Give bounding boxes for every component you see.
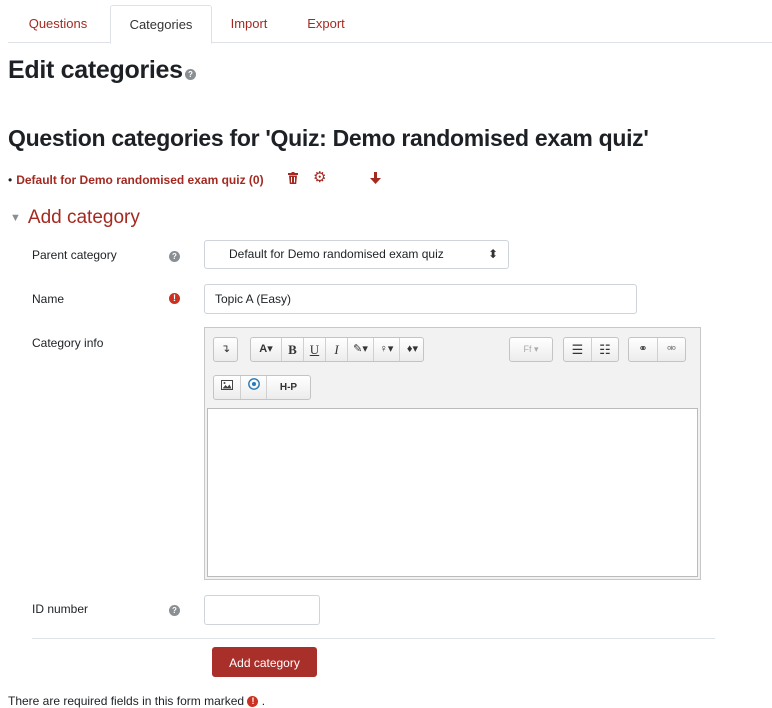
required-note-text: There are required fields in this form m…	[8, 694, 245, 708]
parent-category-value: Default for Demo randomised exam quiz	[229, 247, 444, 261]
arrow-down-icon[interactable]	[370, 172, 381, 188]
required-note-end: .	[261, 694, 266, 708]
caret-down-icon: ▼	[10, 212, 21, 224]
page-title-text: Edit categories	[8, 56, 183, 84]
gear-icon[interactable]: ⚙	[313, 170, 326, 186]
toolbar-group-font: Ff ▾	[509, 337, 553, 362]
tab-export[interactable]: Export	[290, 5, 362, 43]
toolbar-group-links: ⚭ ⚮	[628, 337, 686, 362]
bullet-list-icon[interactable]: ☰	[564, 338, 591, 361]
rich-text-editor: ↴ A▾ B U I ✎▾ ♀▾ ♦▾ Ff ▾ ☰ ☷ ⚭ ⚮ H-P	[204, 327, 701, 580]
h5p-icon[interactable]: H-P	[266, 376, 310, 399]
italic-button[interactable]: I	[325, 338, 347, 361]
tab-categories[interactable]: Categories	[110, 5, 212, 44]
trash-icon[interactable]	[288, 172, 298, 188]
required-icon: !	[247, 696, 259, 708]
brush-icon[interactable]: ✎▾	[347, 338, 373, 361]
category-list-heading: Question categories for 'Quiz: Demo rand…	[8, 125, 649, 151]
parent-help-icon[interactable]: ?	[169, 251, 180, 262]
tab-import[interactable]: Import	[216, 5, 282, 43]
idnumber-help-icon[interactable]: ?	[169, 605, 180, 616]
collapse-toolbar-icon[interactable]: ↴	[214, 338, 237, 361]
list-bullet: •	[8, 173, 13, 187]
unlink-icon[interactable]: ⚮	[657, 338, 685, 361]
image-icon[interactable]	[214, 376, 240, 399]
name-input[interactable]: Topic A (Easy)	[204, 284, 637, 314]
add-category-toggle[interactable]: ▼ Add category	[10, 206, 140, 230]
lightbulb-icon[interactable]: ♀▾	[373, 338, 399, 361]
id-number-input[interactable]	[204, 595, 320, 625]
recordrtc-icon[interactable]	[240, 376, 266, 399]
toolbar-group-collapse: ↴	[213, 337, 238, 362]
underline-button[interactable]: U	[303, 338, 325, 361]
toolbar-group-lists: ☰ ☷	[563, 337, 619, 362]
select-arrows-icon: ⬍	[487, 247, 498, 261]
parent-category-select[interactable]: Default for Demo randomised exam quiz ⬍	[204, 240, 509, 269]
font-family-button[interactable]: Ff ▾	[510, 338, 552, 361]
parent-category-label: Parent category	[32, 248, 117, 262]
required-fields-note: There are required fields in this form m…	[8, 694, 265, 708]
help-icon[interactable]: ?	[184, 68, 196, 80]
link-icon[interactable]: ⚭	[629, 338, 657, 361]
category-info-label: Category info	[32, 336, 104, 350]
bold-button[interactable]: B	[281, 338, 303, 361]
form-divider	[32, 638, 715, 639]
numbered-list-icon[interactable]: ☷	[591, 338, 618, 361]
category-link[interactable]: Default for Demo randomised exam quiz (0…	[16, 173, 263, 187]
tab-bar: Questions Categories Import Export	[8, 5, 772, 44]
add-category-button[interactable]: Add category	[212, 647, 317, 677]
tab-questions[interactable]: Questions	[8, 5, 108, 43]
category-info-editor[interactable]	[207, 408, 698, 577]
required-icon: !	[169, 293, 180, 304]
page-title: Edit categories?	[8, 56, 196, 85]
font-style-button[interactable]: A▾	[251, 338, 281, 361]
name-label: Name	[32, 292, 65, 306]
category-list-item: • Default for Demo randomised exam quiz (…	[8, 172, 264, 188]
add-category-heading: Add category	[27, 207, 140, 229]
id-number-label: ID number	[32, 602, 89, 616]
toolbar-group-media: H-P	[213, 375, 311, 400]
ink-drop-icon[interactable]: ♦▾	[399, 338, 425, 361]
toolbar-group-format: A▾ B U I ✎▾ ♀▾ ♦▾	[250, 337, 424, 362]
